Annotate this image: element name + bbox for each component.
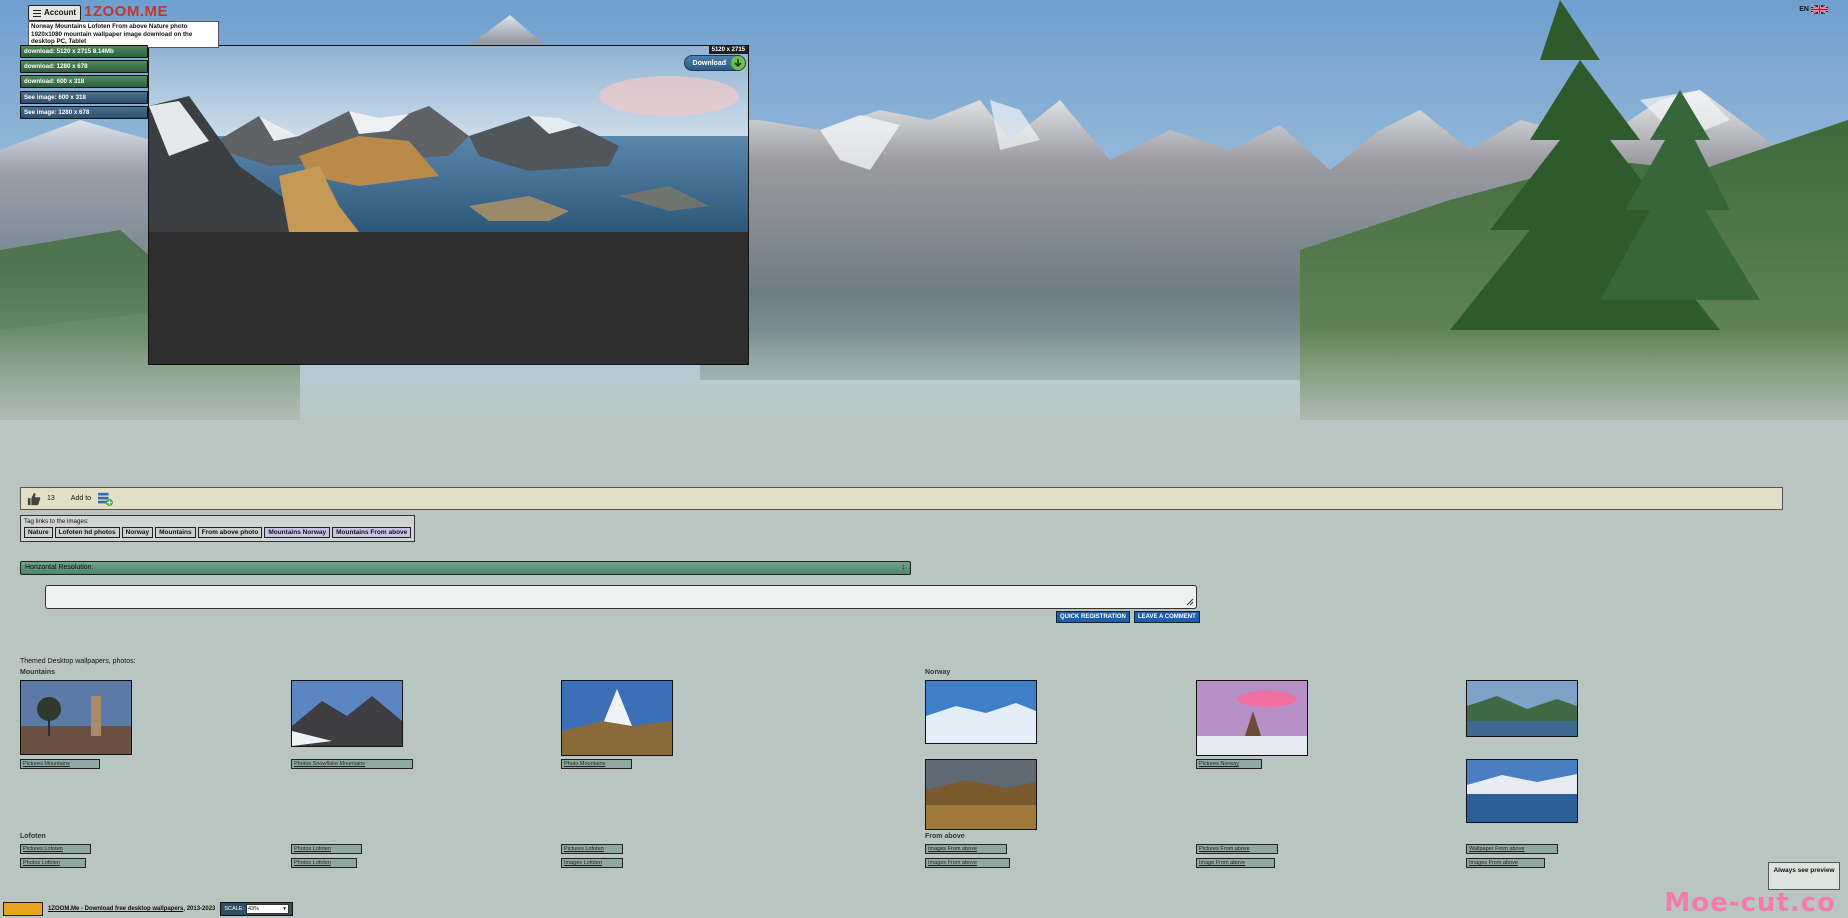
add-to-collection-icon[interactable] [97, 492, 113, 506]
footer-years: , 2013-2023 [183, 906, 216, 912]
category-norway-title[interactable]: Norway [925, 669, 950, 676]
tag-lofoten[interactable]: Lofoten hd photos [54, 527, 120, 538]
account-button[interactable]: Account [28, 5, 81, 21]
link-from-above-6[interactable]: Images From above [1466, 858, 1545, 868]
download-button[interactable]: Download [683, 55, 746, 71]
thumbnail-mountains-snow[interactable] [291, 680, 403, 747]
download-list: download: 5120 x 2715 8.14Mb download: 1… [20, 45, 148, 121]
wallpaper-preview[interactable]: 5120 x 2715 Download [148, 45, 749, 365]
tag-from-above[interactable]: From above photo [197, 527, 263, 538]
thumbnail-norway-moor[interactable] [925, 759, 1037, 830]
link-mountains-2[interactable]: Photos Snowflake Mountains [291, 759, 413, 769]
link-lofoten-6[interactable]: Images Lofoten [561, 858, 623, 868]
quick-registration-button[interactable]: QUICK REGISTRATION [1056, 611, 1130, 623]
scale-value: 43% [247, 906, 259, 912]
link-lofoten-3[interactable]: Pictures Lofoten [561, 844, 623, 854]
account-label: Account [44, 8, 76, 17]
link-from-above-2[interactable]: Pictures From above [1196, 844, 1278, 854]
page-title: Norway Mountains Lofoten From above Natu… [28, 21, 219, 48]
download-arrow-icon [731, 56, 745, 70]
thumbnail-norway-church[interactable] [1196, 680, 1308, 756]
footer-logo-icon[interactable] [3, 902, 43, 916]
tag-mountains-from-above[interactable]: Mountains From above [332, 527, 412, 538]
download-label: Download [692, 59, 726, 67]
like-bar: 13 Add to [20, 487, 1783, 510]
tag-mountains[interactable]: Mountains [155, 527, 196, 538]
link-mountains-3[interactable]: Photo Mountains [561, 759, 632, 769]
tag-links: Tag links to the images: Nature Lofoten … [20, 515, 416, 542]
comment-textarea[interactable] [45, 585, 1197, 609]
add-to-label: Add to [70, 495, 92, 502]
thumbnail-norway-fjord[interactable] [1466, 680, 1578, 737]
resolution-badge: 5120 x 2715 [708, 46, 748, 54]
resolution-select-label: Horizontal Resolution: [25, 564, 94, 571]
resize-handle-icon[interactable] [1186, 598, 1194, 606]
lofoten-photo [149, 46, 748, 232]
watermark-text: Moe-cut.co [1664, 888, 1836, 918]
link-from-above-4[interactable]: Images From above [925, 858, 1010, 868]
download-5120-button[interactable]: download: 5120 x 2715 8.14Mb [20, 45, 148, 58]
menu-icon [33, 9, 41, 17]
download-1280-button[interactable]: download: 1280 x 678 [20, 60, 148, 73]
link-norway-1[interactable]: Pictures Norway [1196, 759, 1262, 769]
chevron-down-icon: ▾ [283, 906, 286, 912]
thumbnail-norway-lake[interactable] [1466, 759, 1578, 823]
thumbs-up-icon[interactable] [27, 492, 41, 506]
uk-flag-icon [1811, 4, 1828, 15]
see-image-1280-button[interactable]: See image: 1280 x 678 [20, 106, 148, 119]
tag-norway[interactable]: Norway [121, 527, 154, 538]
category-mountains-title[interactable]: Mountains [20, 669, 55, 676]
category-from-above-title[interactable]: From above [925, 833, 965, 840]
always-preview-toggle[interactable]: Always see preview [1768, 862, 1840, 890]
see-image-600-button[interactable]: See image: 600 x 318 [20, 91, 148, 104]
like-count: 13 [47, 495, 55, 502]
site-logo[interactable]: 1ZOOM.ME [84, 3, 168, 20]
select-arrow-icon: ↕ [901, 564, 906, 571]
scale-control: SCALE: 43% ▾ [220, 902, 293, 916]
thumbnail-mountains-matterhorn[interactable] [561, 680, 673, 756]
language-code: EN [1799, 6, 1809, 13]
link-from-above-3[interactable]: Wallpaper From above [1466, 844, 1558, 854]
tag-links-label: Tag links to the images: [24, 518, 89, 525]
link-lofoten-2[interactable]: Photos Lofoten [291, 844, 362, 854]
leave-comment-button[interactable]: LEAVE A COMMENT [1134, 611, 1200, 623]
link-lofoten-4[interactable]: Photos Lofoten [20, 858, 86, 868]
language-switcher[interactable]: EN [1799, 4, 1828, 15]
link-from-above-5[interactable]: Image From above [1196, 858, 1275, 868]
themed-wallpapers-label: Themed Desktop wallpapers, photos: [20, 658, 136, 665]
scale-select[interactable]: 43% ▾ [245, 904, 289, 914]
thumbnail-mountains-tower[interactable] [20, 680, 132, 755]
tag-mountains-norway[interactable]: Mountains Norway [264, 527, 331, 538]
link-lofoten-1[interactable]: Pictures Lofoten [20, 844, 91, 854]
footer: 1ZOOM.Me - Download free desktop wallpap… [3, 902, 293, 916]
thumbnail-norway-snowfield[interactable] [925, 680, 1037, 744]
link-mountains-1[interactable]: Pictures Mountains [20, 759, 100, 769]
tag-nature[interactable]: Nature [24, 527, 53, 538]
category-lofoten-title[interactable]: Lofoten [20, 833, 46, 840]
horizontal-resolution-select[interactable]: Horizontal Resolution: ↕ [20, 561, 911, 575]
link-lofoten-5[interactable]: Photos Lofoten [291, 858, 357, 868]
footer-site-link[interactable]: 1ZOOM.Me - Download free desktop wallpap… [48, 906, 183, 912]
download-600-button[interactable]: download: 600 x 318 [20, 75, 148, 88]
scale-label: SCALE: [224, 906, 244, 912]
link-from-above-1[interactable]: Images From above [925, 844, 1007, 854]
